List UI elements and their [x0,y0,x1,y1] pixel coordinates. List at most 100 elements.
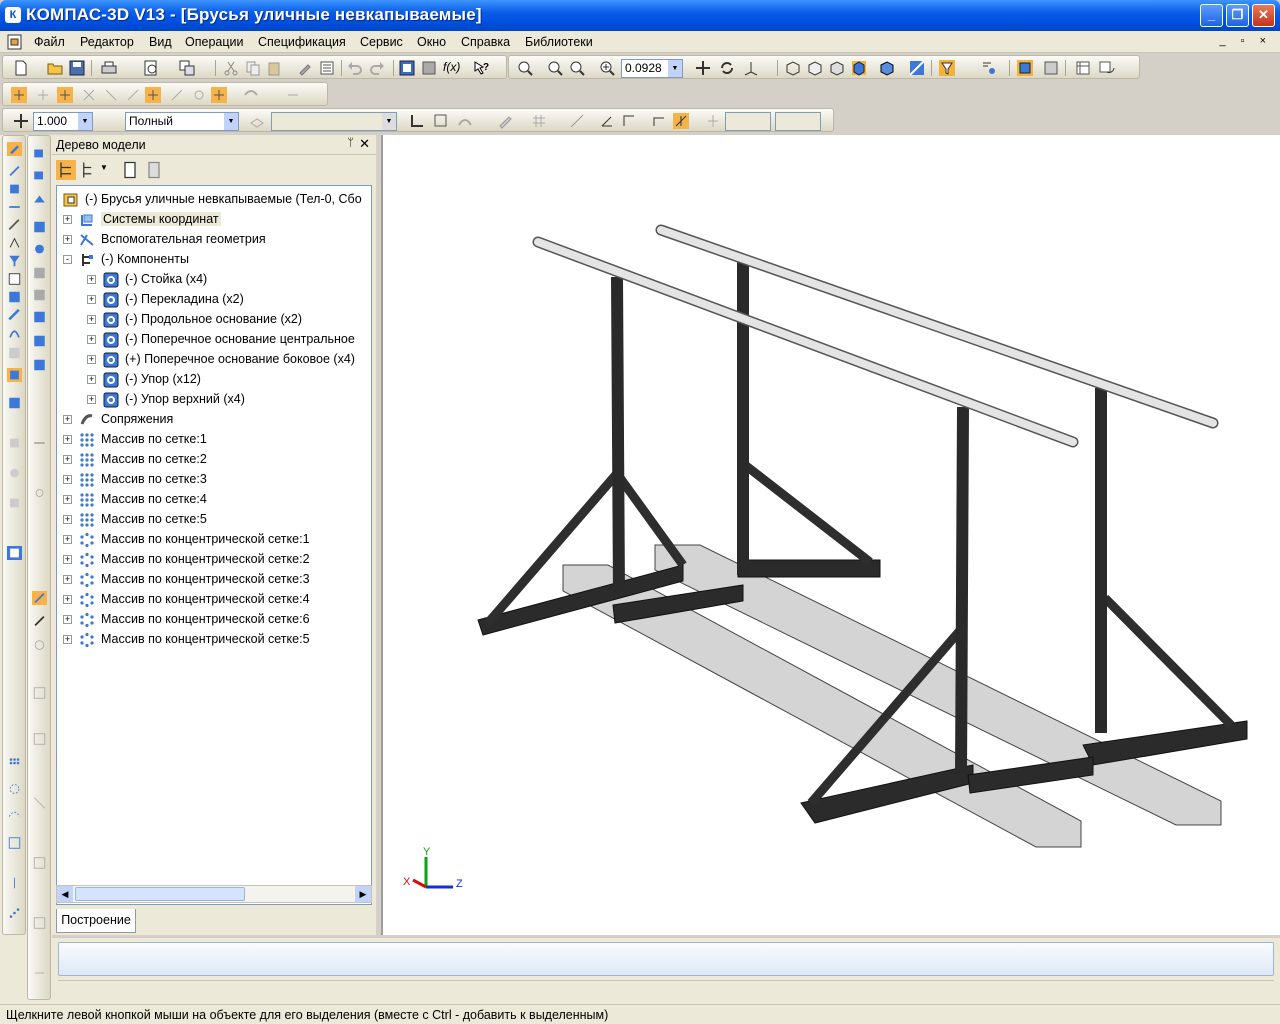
tree-item[interactable]: + (-) Поперечное основание центральное [57,330,371,350]
place-component-icon[interactable] [32,146,47,160]
coord-system-icon[interactable] [409,113,425,129]
pencil-icon[interactable] [497,113,513,129]
tree-item[interactable]: + Массив по сетке:5 [57,510,371,530]
expand-icon[interactable]: + [87,395,96,404]
expand-icon[interactable]: + [63,635,72,644]
display-mode-combo[interactable]: Полный ▼ [125,112,239,131]
wireframe-icon[interactable] [785,60,801,76]
mirror-icon[interactable] [7,876,22,890]
tree-item[interactable]: + (-) Стойка (х4) [57,270,371,290]
hidden-lines-icon[interactable] [807,60,823,76]
save-icon[interactable] [69,60,85,76]
scroll-right-icon[interactable]: ▶ [355,886,371,902]
zoom-out-icon[interactable] [569,60,585,76]
expand-icon[interactable]: + [63,435,72,444]
tree-item[interactable]: + Массив по сетке:2 [57,450,371,470]
curve-array-icon[interactable] [7,806,22,820]
measure-distance-icon[interactable] [32,591,47,605]
format-brush-icon[interactable] [297,60,313,76]
menu-specification[interactable]: Спецификация [258,35,346,49]
sketch-icon[interactable] [7,164,22,178]
snap-normal-icon[interactable] [125,87,141,103]
snap-midpoint-icon[interactable] [191,87,207,103]
brace-3[interactable] [742,461,873,566]
revolve-icon[interactable] [7,466,22,480]
expand-icon[interactable]: + [63,455,72,464]
cross-base-2[interactable] [737,559,881,578]
rebuild-icon[interactable] [1099,60,1115,76]
mass-props-icon[interactable] [32,638,47,652]
expand-icon[interactable]: + [63,575,72,584]
grid-array-icon[interactable] [7,756,22,770]
snap-settings-icon[interactable] [285,87,301,103]
angle-icon[interactable] [32,486,47,500]
shaded-edges-icon[interactable] [879,60,895,76]
expand-icon[interactable]: + [63,495,72,504]
filter-objects-icon[interactable] [939,60,955,76]
assembly-icon[interactable] [7,182,22,196]
menu-service[interactable]: Сервис [360,35,403,49]
expand-icon[interactable]: + [87,355,96,364]
expand-icon[interactable]: + [87,295,96,304]
brace-5[interactable] [1101,594,1235,729]
standard-part-icon[interactable] [32,192,47,206]
cross-base-4[interactable] [1082,720,1248,766]
layer-icon[interactable] [249,113,265,129]
measure-icon[interactable] [7,218,22,232]
snap-intersection-icon[interactable] [81,87,97,103]
surface-icon[interactable] [7,346,22,360]
preview-icon[interactable] [143,60,159,76]
move-component-icon[interactable] [32,220,47,234]
menu-file[interactable]: Файл [34,35,65,49]
minimize-button[interactable]: _ [1200,4,1223,27]
expand-icon[interactable]: + [63,595,72,604]
scroll-left-icon[interactable]: ◀ [57,886,73,902]
assembly-ops-icon[interactable] [7,368,22,382]
rotate-icon[interactable] [719,60,735,76]
parallel-bars-model[interactable] [477,224,1248,848]
perspective-icon[interactable] [909,60,925,76]
undo-icon[interactable] [347,60,363,76]
tree-item[interactable]: + Массив по сетке:3 [57,470,371,490]
chevron-down-icon[interactable]: ▼ [382,113,396,130]
show-props-icon[interactable] [144,160,164,180]
parametric-icon[interactable] [651,113,667,129]
tree-item[interactable]: - (-) Компоненты [57,250,371,270]
arrow-right-icon[interactable] [32,966,47,980]
cut-icon[interactable] [223,60,239,76]
library-manager-icon[interactable] [421,60,437,76]
rotate-component-icon[interactable] [32,242,47,256]
sheet-metal-icon[interactable] [7,396,22,410]
print-icon[interactable] [101,60,117,76]
tree-item[interactable]: + Массив по концентрической сетке:2 [57,550,371,570]
coincidence-icon[interactable] [32,266,47,280]
library-icon[interactable] [1043,60,1059,76]
copy-icon[interactable] [245,60,261,76]
zoom-scale-icon[interactable] [599,60,615,76]
snap-angle-icon[interactable] [169,87,185,103]
open-folder-icon[interactable] [47,60,63,76]
ortho-icon[interactable] [433,113,449,129]
ortho-mode-icon[interactable] [621,113,637,129]
model-render[interactable]: Y Z X [383,135,1280,935]
concentric-icon[interactable] [32,358,47,372]
expand-icon[interactable]: + [63,475,72,484]
snap-center-icon[interactable] [145,87,161,103]
redo-icon[interactable] [369,60,385,76]
shaded-icon[interactable] [851,60,867,76]
view-section-icon[interactable] [32,732,47,746]
new-document-icon[interactable] [13,60,29,76]
step-combo[interactable]: 1.000 ▼ [33,112,93,131]
spring-icon[interactable] [7,326,22,340]
mdi-window-controls[interactable]: _ ▫ × [1219,35,1272,47]
local-cs-icon[interactable] [599,113,615,129]
expand-icon[interactable]: + [87,335,96,344]
menu-operations[interactable]: Операции [185,35,243,49]
coord-y-field[interactable] [775,112,821,131]
3d-viewport[interactable]: Y Z X [381,135,1280,935]
post-1[interactable] [611,276,625,596]
pin-icon[interactable]: ᛘ [347,137,354,149]
table-array-icon[interactable] [7,836,22,850]
zoom-window-icon[interactable] [517,60,533,76]
snap-local-icon[interactable] [211,87,227,103]
